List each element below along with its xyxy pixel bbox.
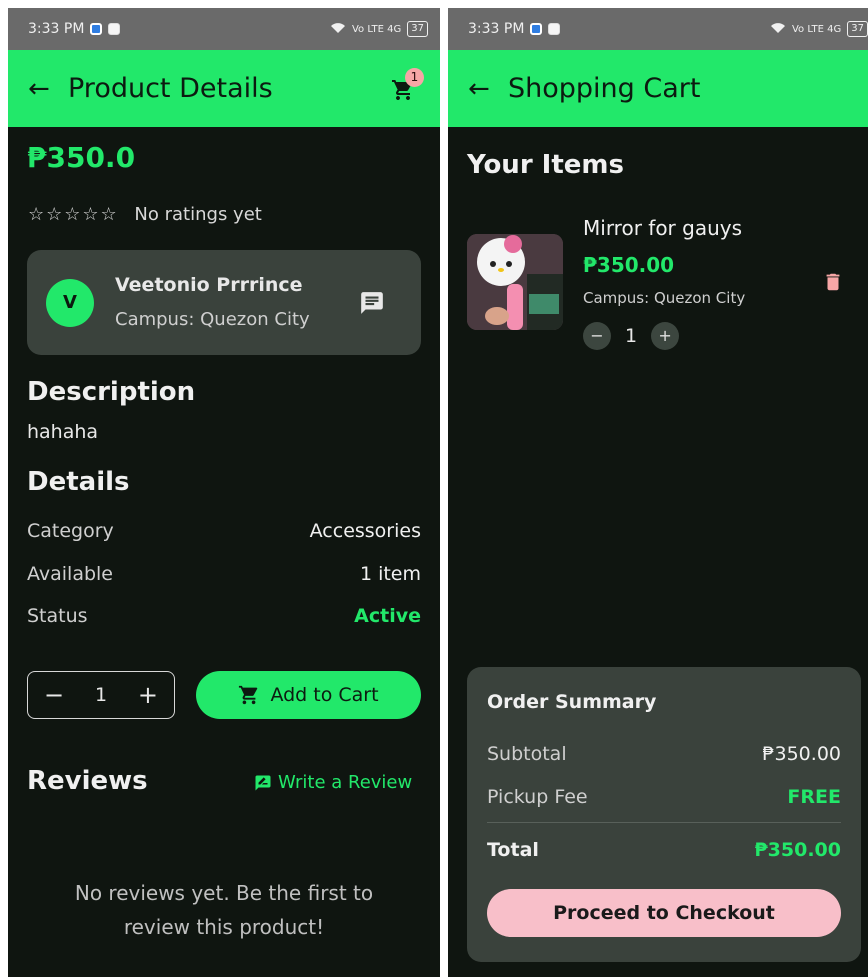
messenger-icon <box>90 23 103 35</box>
details-heading: Details <box>27 467 130 497</box>
detail-label: Available <box>27 563 114 585</box>
page-title: Product Details <box>68 73 273 104</box>
pickup-fee-value: FREE <box>787 786 841 808</box>
increment-button[interactable]: + <box>138 681 158 709</box>
pickup-fee-label: Pickup Fee <box>487 786 588 808</box>
add-to-cart-button[interactable]: Add to Cart <box>196 671 421 719</box>
page-title: Shopping Cart <box>508 73 701 104</box>
cart-badge: 1 <box>405 67 424 87</box>
network-label: Vo LTE 4G <box>791 23 842 35</box>
cart-icon <box>239 685 258 705</box>
wifi-icon <box>330 22 346 37</box>
app-bar: ← Product Details 1 <box>8 50 440 127</box>
subtotal-label: Subtotal <box>487 743 567 765</box>
arrow-left-icon[interactable]: ← <box>28 74 68 104</box>
status-indicators: Vo LTE 4G 37 <box>330 21 428 37</box>
increment-button[interactable]: + <box>651 322 680 350</box>
quantity-value: 1 <box>94 684 108 706</box>
cart-item-stepper: − 1 + <box>583 322 680 350</box>
items-heading: Your Items <box>467 150 624 180</box>
detail-label: Category <box>27 520 114 542</box>
trash-icon[interactable] <box>822 270 844 298</box>
status-badge: Active <box>354 605 421 627</box>
app-bar: ← Shopping Cart <box>448 50 868 127</box>
order-summary-title: Order Summary <box>487 691 657 713</box>
write-review-label: Write a Review <box>278 772 413 793</box>
quantity-stepper: − 1 + <box>27 671 175 719</box>
battery-icon: 37 <box>407 21 428 37</box>
decrement-button[interactable]: − <box>44 681 64 709</box>
wifi-icon <box>770 22 786 37</box>
status-time: 3:33 PM <box>468 21 525 37</box>
cart-item-quantity: 1 <box>625 325 638 347</box>
status-time: 3:33 PM <box>28 21 85 37</box>
product-thumbnail[interactable] <box>467 234 563 330</box>
rating-text: No ratings yet <box>134 204 262 225</box>
network-label: Vo LTE 4G <box>351 23 402 35</box>
status-indicators: Vo LTE 4G 37 <box>770 21 868 37</box>
cart-item-campus: Campus: Quezon City <box>583 289 746 307</box>
seller-campus: Campus: Quezon City <box>115 309 310 330</box>
detail-label: Status <box>27 605 88 627</box>
subtotal-value: ₱350.00 <box>762 743 841 765</box>
empty-reviews-line2: review this product! <box>123 915 325 939</box>
seller-card[interactable]: V Veetonio Prrrince Campus: Quezon City <box>27 250 421 355</box>
messenger-icon <box>530 23 543 35</box>
description-heading: Description <box>27 377 196 407</box>
description-text: hahaha <box>27 421 99 443</box>
avatar: V <box>46 279 94 327</box>
total-value: ₱350.00 <box>754 839 841 861</box>
app-icon <box>548 23 561 35</box>
shopping-cart-screen: 3:33 PM Vo LTE 4G 37 ← Shopping Cart You… <box>448 8 868 977</box>
chat-icon[interactable] <box>359 290 385 320</box>
seller-name: Veetonio Prrrince <box>115 274 303 296</box>
write-review-button[interactable]: Write a Review <box>254 772 412 793</box>
status-bar: 3:33 PM Vo LTE 4G 37 <box>448 8 868 50</box>
add-to-cart-label: Add to Cart <box>270 684 379 706</box>
rate-review-icon <box>255 775 271 790</box>
cart-item-name: Mirror for gauys <box>583 216 743 240</box>
detail-value: Accessories <box>309 520 421 542</box>
detail-value: 1 item <box>359 563 421 585</box>
total-label: Total <box>487 839 539 861</box>
arrow-left-icon[interactable]: ← <box>468 74 508 104</box>
product-price: ₱350.0 <box>27 141 136 174</box>
order-summary-card: Order Summary Subtotal ₱350.00 Pickup Fe… <box>467 667 861 962</box>
empty-reviews-message: No reviews yet. Be the first to review t… <box>8 876 440 944</box>
empty-reviews-line1: No reviews yet. Be the first to <box>74 881 374 905</box>
battery-icon: 37 <box>847 21 868 37</box>
rating-row: ☆☆☆☆☆ No ratings yet <box>28 204 262 225</box>
status-bar: 3:33 PM Vo LTE 4G 37 <box>8 8 440 50</box>
app-icon <box>108 23 121 35</box>
product-details-screen: 3:33 PM Vo LTE 4G 37 ← Product Details 1… <box>8 8 440 977</box>
cart-item-price: ₱350.00 <box>583 253 675 277</box>
decrement-button[interactable]: − <box>583 322 611 350</box>
star-rating-icons: ☆☆☆☆☆ <box>28 204 119 225</box>
summary-divider <box>487 822 841 823</box>
reviews-heading: Reviews <box>27 766 148 796</box>
checkout-button[interactable]: Proceed to Checkout <box>487 889 841 937</box>
cart-button[interactable]: 1 <box>386 67 424 106</box>
